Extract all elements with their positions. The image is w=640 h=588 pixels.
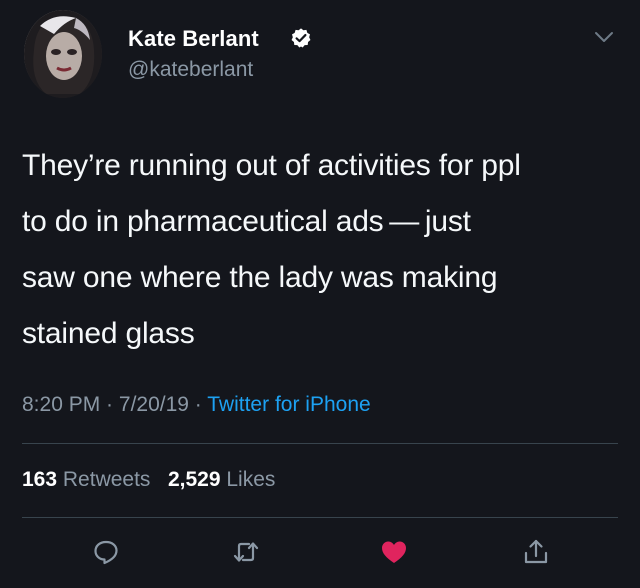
tweet-text: They’re running out of activities for pp… [22,138,622,362]
tweet-source-link[interactable]: Twitter for iPhone [207,393,370,416]
tweet-meta: 8:20 PM · 7/20/19 · Twitter for iPhone [22,393,371,417]
divider [22,517,618,518]
retweets-label: Retweets [62,468,151,491]
likes-stat[interactable]: 2,529 Likes [168,468,275,491]
retweets-count: 163 [22,468,58,491]
verified-badge-icon [291,28,311,48]
tweet-text-line: saw one where the lady was making [22,261,498,294]
avatar[interactable] [24,10,102,98]
tweet-date[interactable]: 7/20/19 [119,393,189,416]
avatar-image [24,10,102,98]
meta-separator: · [100,393,119,416]
retweets-stat[interactable]: 163 Retweets [22,468,150,491]
tweet-card: Kate Berlant @kateberlant They’re runnin… [0,0,640,588]
tweet-text-line: to do in pharmaceutical ads — just [22,205,471,238]
meta-separator: · [188,393,208,416]
user-handle[interactable]: @kateberlant [128,58,253,82]
divider [22,443,618,444]
heart-icon[interactable] [380,538,408,566]
chevron-down-icon[interactable] [594,30,614,44]
tweet-text-line: stained glass [22,317,195,350]
reply-icon[interactable] [92,538,120,566]
display-name[interactable]: Kate Berlant [128,26,259,52]
tweet-stats: 163 Retweets 2,529 Likes [22,468,275,492]
retweet-icon[interactable] [232,538,260,566]
likes-label: Likes [226,468,276,491]
tweet-text-line: They’re running out of activities for pp… [22,149,521,182]
tweet-time[interactable]: 8:20 PM [22,393,100,416]
share-icon[interactable] [522,538,550,566]
likes-count: 2,529 [167,468,221,491]
